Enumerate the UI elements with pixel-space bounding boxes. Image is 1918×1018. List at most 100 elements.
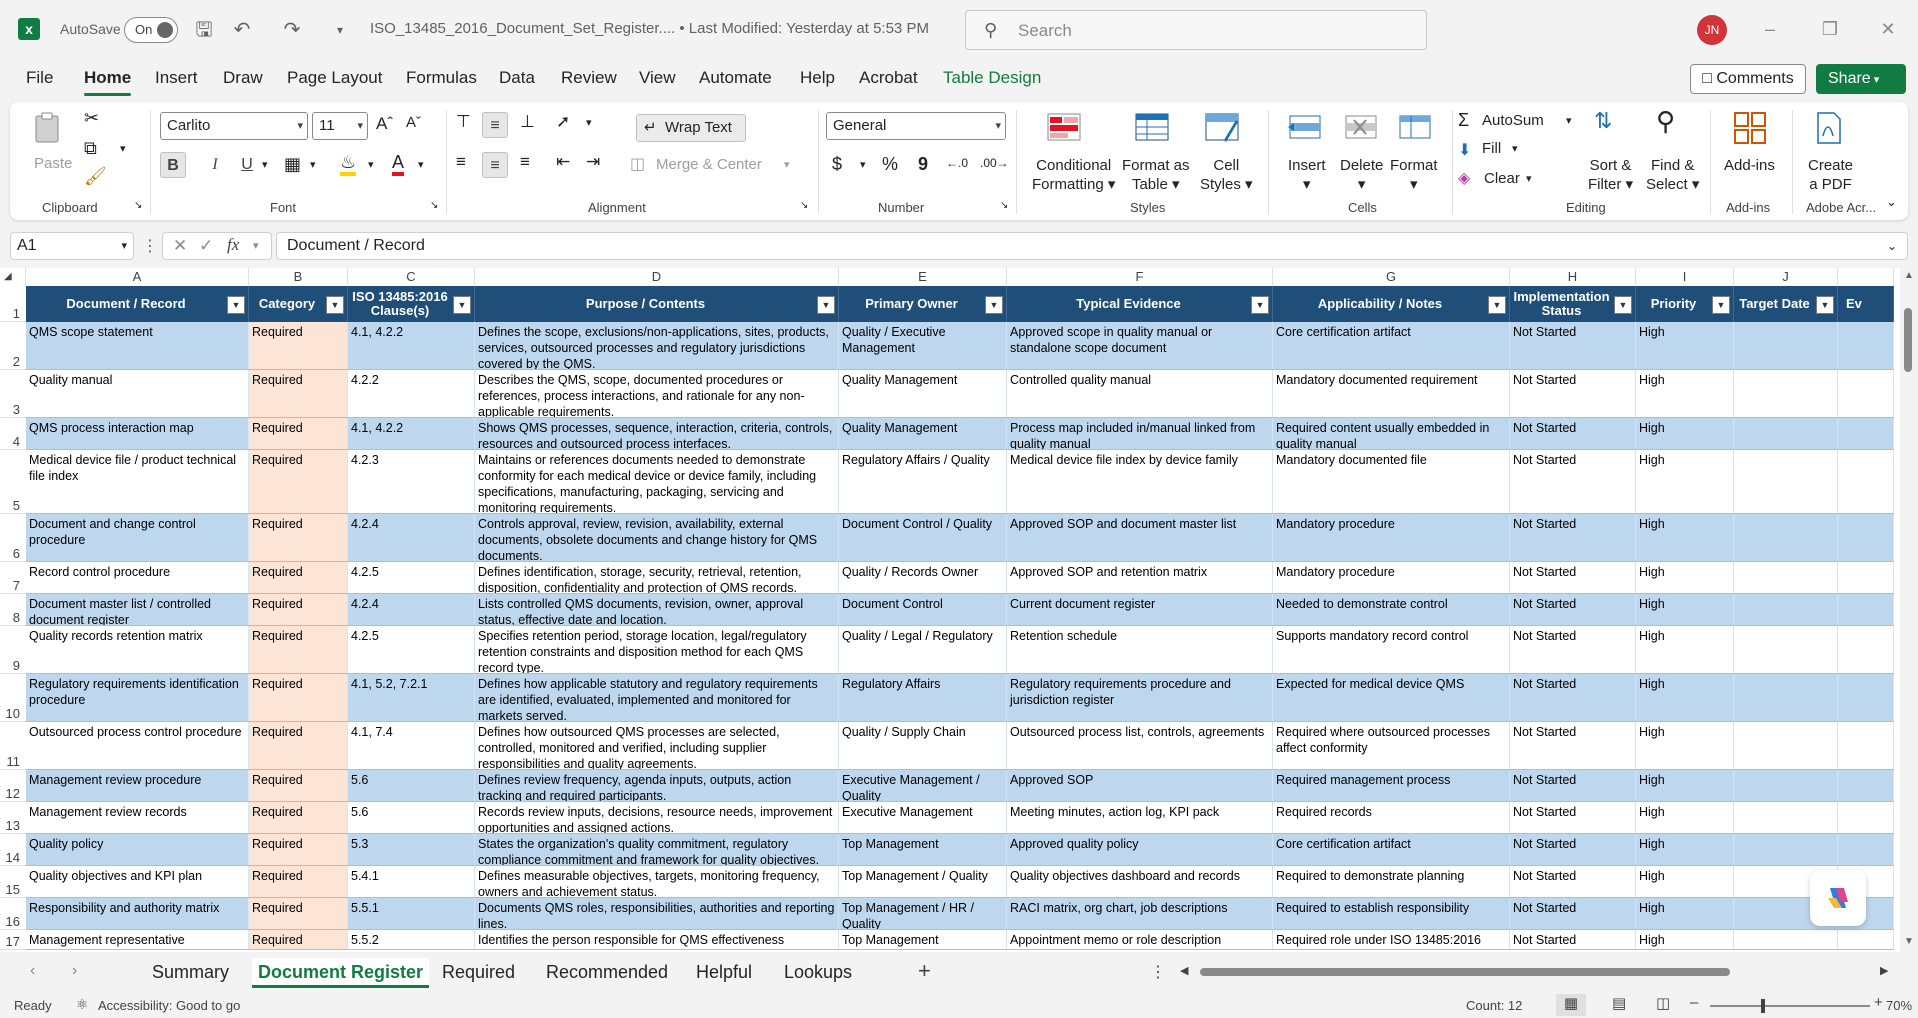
font-size-select[interactable]: 11 ▾ <box>312 112 368 140</box>
cell-category[interactable]: Required <box>249 514 348 561</box>
cell-clause[interactable]: 4.2.4 <box>348 514 475 561</box>
font-launcher-icon[interactable]: ↘ <box>430 200 438 211</box>
share-button[interactable]: Share ▾ <box>1816 64 1906 94</box>
cell-owner[interactable]: Regulatory Affairs <box>839 674 1007 721</box>
format-cells-icon[interactable] <box>1396 110 1432 146</box>
cell-clause[interactable]: 4.2.2 <box>348 370 475 417</box>
cell-evidence[interactable]: Approved SOP and document master list <box>1007 514 1273 561</box>
autosum-icon[interactable]: Σ <box>1458 110 1469 131</box>
copy-icon[interactable]: ⧉ <box>84 138 97 159</box>
wrap-text-button[interactable]: ↵ Wrap Text <box>636 114 746 142</box>
cell-purpose[interactable]: Documents QMS roles, responsibilities, a… <box>475 898 839 929</box>
font-color-icon[interactable]: A <box>392 152 405 176</box>
cell-priority[interactable]: High <box>1636 834 1734 865</box>
cell-extra[interactable] <box>1838 930 1894 949</box>
cell-applicability[interactable]: Required records <box>1273 802 1510 833</box>
cell-priority[interactable]: High <box>1636 626 1734 673</box>
cell-styles-button[interactable]: Cell Styles ▾ <box>1200 156 1253 194</box>
column-header-h[interactable]: H <box>1510 268 1636 286</box>
cell-category[interactable]: Required <box>249 722 348 769</box>
scrollbar-thumb[interactable] <box>1904 308 1912 372</box>
cell-category[interactable]: Required <box>249 770 348 801</box>
cell-category[interactable]: Required <box>249 802 348 833</box>
cell-priority[interactable]: High <box>1636 866 1734 897</box>
decrease-font-icon[interactable]: Aˇ <box>406 114 421 131</box>
scroll-left-icon[interactable]: ◀ <box>1180 964 1188 977</box>
cut-icon[interactable]: ✂ <box>84 108 99 129</box>
currency-icon[interactable]: $ <box>832 154 842 175</box>
tab-page-layout[interactable]: Page Layout <box>287 68 382 88</box>
header-priority[interactable]: Priority ▼ <box>1636 286 1734 322</box>
cell-status[interactable]: Not Started <box>1510 834 1636 865</box>
cell-document[interactable]: Management review records <box>26 802 249 833</box>
cell-status[interactable]: Not Started <box>1510 674 1636 721</box>
cell-target-date[interactable] <box>1734 418 1838 449</box>
cell-target-date[interactable] <box>1734 514 1838 561</box>
cell-document[interactable]: QMS scope statement <box>26 322 249 369</box>
add-ins-icon[interactable] <box>1732 110 1768 146</box>
cell-applicability[interactable]: Mandatory procedure <box>1273 514 1510 561</box>
cell-applicability[interactable]: Required role under ISO 13485:2016 <box>1273 930 1510 949</box>
cell-purpose[interactable]: Lists controlled QMS documents, revision… <box>475 594 839 625</box>
cell-priority[interactable]: High <box>1636 562 1734 593</box>
tab-acrobat[interactable]: Acrobat <box>859 68 918 88</box>
cell-owner[interactable]: Quality Management <box>839 418 1007 449</box>
page-break-view-icon[interactable]: ◫ <box>1656 994 1670 1012</box>
cell-document[interactable]: Medical device file / product technical … <box>26 450 249 513</box>
cell-priority[interactable]: High <box>1636 802 1734 833</box>
cell-status[interactable]: Not Started <box>1510 514 1636 561</box>
zoom-out-icon[interactable]: – <box>1690 994 1698 1011</box>
cell-clause[interactable]: 4.2.5 <box>348 626 475 673</box>
cell-status[interactable]: Not Started <box>1510 770 1636 801</box>
collapse-ribbon-icon[interactable]: ⌄ <box>1886 194 1897 210</box>
cell-owner[interactable]: Top Management <box>839 834 1007 865</box>
cell-category[interactable]: Required <box>249 674 348 721</box>
cell-status[interactable]: Not Started <box>1510 866 1636 897</box>
cell-owner[interactable]: Quality / Supply Chain <box>839 722 1007 769</box>
scroll-up-icon[interactable]: ▲ <box>1904 270 1914 281</box>
cell-priority[interactable]: High <box>1636 930 1734 949</box>
row-header[interactable]: 11 <box>0 722 26 770</box>
save-icon[interactable]: 🖫 <box>190 16 218 44</box>
cell-evidence[interactable]: Controlled quality manual <box>1007 370 1273 417</box>
page-layout-view-icon[interactable]: ▤ <box>1612 994 1626 1012</box>
increase-indent-icon[interactable]: ⇥ <box>586 152 600 172</box>
cell-extra[interactable] <box>1838 562 1894 593</box>
cell-category[interactable]: Required <box>249 450 348 513</box>
filter-dropdown-icon[interactable]: ▼ <box>227 296 245 314</box>
cell-evidence[interactable]: Outsourced process list, controls, agree… <box>1007 722 1273 769</box>
zoom-slider-knob[interactable] <box>1761 999 1766 1013</box>
row-header[interactable]: 15 <box>0 866 26 898</box>
cell-extra[interactable] <box>1838 802 1894 833</box>
cell-owner[interactable]: Document Control <box>839 594 1007 625</box>
filter-dropdown-icon[interactable]: ▼ <box>326 296 344 314</box>
row-header[interactable]: 8 <box>0 594 26 626</box>
cell-extra[interactable] <box>1838 370 1894 417</box>
merge-dropdown-icon[interactable]: ▾ <box>784 158 790 171</box>
cell-document[interactable]: Document master list / controlled docume… <box>26 594 249 625</box>
cell-clause[interactable]: 4.1, 5.2, 7.2.1 <box>348 674 475 721</box>
column-header-j[interactable]: J <box>1734 268 1838 286</box>
cell-purpose[interactable]: Describes the QMS, scope, documented pro… <box>475 370 839 417</box>
column-header-d[interactable]: D <box>475 268 839 286</box>
cell-category[interactable]: Required <box>249 418 348 449</box>
cell-priority[interactable]: High <box>1636 898 1734 929</box>
cell-applicability[interactable]: Required content usually embedded in qua… <box>1273 418 1510 449</box>
cell-clause[interactable]: 4.2.5 <box>348 562 475 593</box>
tab-file[interactable]: File <box>26 68 53 88</box>
restore-icon[interactable]: ❐ <box>1810 14 1850 44</box>
cell-clause[interactable]: 5.3 <box>348 834 475 865</box>
cell-document[interactable]: Quality records retention matrix <box>26 626 249 673</box>
cell-category[interactable]: Required <box>249 834 348 865</box>
merge-center-button[interactable]: Merge & Center <box>656 156 762 173</box>
filter-dropdown-icon[interactable]: ▼ <box>1251 296 1269 314</box>
cell-purpose[interactable]: Records review inputs, decisions, resour… <box>475 802 839 833</box>
cell-clause[interactable]: 4.1, 4.2.2 <box>348 322 475 369</box>
cell-target-date[interactable] <box>1734 722 1838 769</box>
sheet-tab-helpful[interactable]: Helpful <box>696 962 752 983</box>
cell-owner[interactable]: Executive Management / Quality <box>839 770 1007 801</box>
cell-category[interactable]: Required <box>249 370 348 417</box>
merge-center-icon[interactable]: ◫ <box>630 154 645 174</box>
insert-button[interactable]: Insert ▾ <box>1288 156 1326 194</box>
tab-draw[interactable]: Draw <box>223 68 263 88</box>
